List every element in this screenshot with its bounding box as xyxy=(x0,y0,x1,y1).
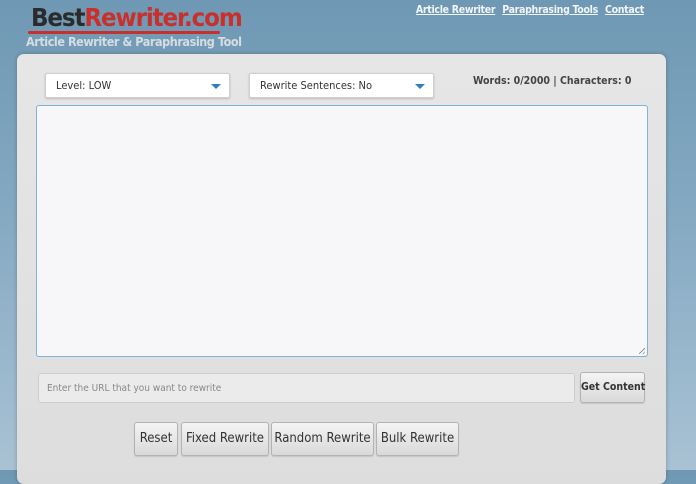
chevron-down-icon xyxy=(415,84,425,89)
get-content-button[interactable]: Get Content xyxy=(580,372,645,403)
level-select-label: Level: LOW xyxy=(56,79,112,92)
reset-button[interactable]: Reset xyxy=(134,422,178,456)
resize-grip-icon[interactable] xyxy=(639,348,645,354)
word-character-count: Words: 0/2000 | Characters: 0 xyxy=(473,75,632,87)
logo-rewriter-text: Rewriter.com xyxy=(84,3,242,32)
random-rewrite-button[interactable]: Random Rewrite xyxy=(271,422,374,456)
top-nav: Article Rewriter Paraphrasing Tools Cont… xyxy=(416,4,644,16)
logo-best-text: Best xyxy=(31,3,86,32)
chevron-down-icon xyxy=(211,84,221,89)
fixed-rewrite-button[interactable]: Fixed Rewrite xyxy=(181,422,269,456)
article-textarea[interactable] xyxy=(36,105,648,357)
logo-tagline: Article Rewriter & Paraphrasing Tool xyxy=(26,34,242,49)
rewriter-panel: Level: LOW Rewrite Sentences: No Words: … xyxy=(17,54,666,484)
site-logo[interactable]: BestRewriter.com Article Rewriter & Para… xyxy=(26,2,243,50)
level-select[interactable]: Level: LOW xyxy=(45,73,230,98)
bulk-rewrite-button[interactable]: Bulk Rewrite xyxy=(376,422,459,456)
nav-link-article-rewriter[interactable]: Article Rewriter xyxy=(416,4,496,16)
nav-link-contact[interactable]: Contact xyxy=(605,4,644,16)
url-input[interactable] xyxy=(38,373,575,403)
nav-link-paraphrasing-tools[interactable]: Paraphrasing Tools xyxy=(502,4,598,16)
logo-wordmark: BestRewriter.com xyxy=(31,3,243,32)
rewrite-sentences-select[interactable]: Rewrite Sentences: No xyxy=(249,73,434,98)
rewrite-sentences-select-label: Rewrite Sentences: No xyxy=(260,79,373,92)
